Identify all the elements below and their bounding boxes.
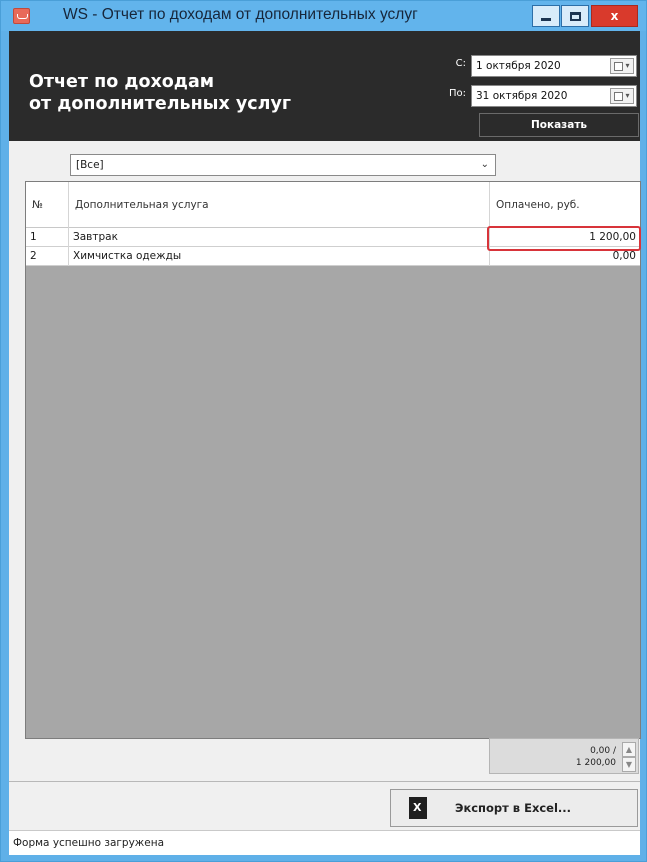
close-icon: x <box>610 9 619 23</box>
excel-icon <box>409 797 427 819</box>
spin-up-button[interactable]: ▲ <box>622 742 636 757</box>
column-header-service[interactable]: Дополнительная услуга <box>69 182 490 228</box>
close-button[interactable]: x <box>591 5 638 27</box>
from-date-value: 1 октября 2020 <box>476 60 561 72</box>
service-filter-select[interactable]: [Все] ⌄ <box>70 154 496 176</box>
report-header: Отчет по доходам от дополнительных услуг… <box>9 31 640 141</box>
column-header-paid[interactable]: Оплачено, руб. <box>490 182 640 228</box>
from-date-label: С: <box>455 58 466 69</box>
to-date-label: По: <box>448 88 466 99</box>
column-header-number[interactable]: № <box>26 182 69 228</box>
show-button[interactable]: Показать <box>479 113 639 137</box>
title-bar[interactable]: WS - Отчет по доходам от дополнительных … <box>1 1 646 31</box>
row-paid: 1 200,00 <box>589 231 636 243</box>
report-title-line1: Отчет по доходам <box>29 72 215 92</box>
report-title-line2: от дополнительных услуг <box>29 94 292 114</box>
report-grid[interactable]: № Дополнительная услуга Оплачено, руб. 1… <box>25 181 641 739</box>
service-filter-value: [Все] <box>76 159 104 171</box>
minimize-icon <box>541 17 551 21</box>
divider <box>9 781 640 782</box>
totals-current: 0,00 / <box>590 746 616 756</box>
table-row[interactable]: 2 Химчистка одежды 0,00 <box>26 247 640 266</box>
spin-down-button[interactable]: ▼ <box>622 757 636 772</box>
report-body: [Все] ⌄ № Дополнительная услуга Оплачено… <box>9 141 641 855</box>
maximize-button[interactable] <box>561 5 589 27</box>
maximize-icon <box>569 11 581 21</box>
minimize-button[interactable] <box>532 5 560 27</box>
row-number: 2 <box>26 247 69 266</box>
from-date-picker[interactable]: 1 октября 2020 ▾ <box>471 55 637 77</box>
row-service: Завтрак <box>69 228 490 247</box>
to-calendar-button[interactable]: ▾ <box>610 88 634 104</box>
app-icon[interactable] <box>13 8 30 24</box>
grid-header: № Дополнительная услуга Оплачено, руб. <box>26 182 640 228</box>
window-title: WS - Отчет по доходам от дополнительных … <box>63 6 418 23</box>
row-paid: 0,00 <box>612 250 636 262</box>
totals-box: 0,00 / 1 200,00 ▲ ▼ <box>489 738 639 774</box>
row-number: 1 <box>26 228 69 247</box>
status-bar: Форма успешно загружена <box>9 830 640 855</box>
calendar-icon <box>614 91 624 101</box>
to-date-picker[interactable]: 31 октября 2020 ▾ <box>471 85 637 107</box>
to-date-value: 31 октября 2020 <box>476 90 568 102</box>
status-text: Форма успешно загружена <box>13 837 164 849</box>
row-service: Химчистка одежды <box>69 247 490 266</box>
chevron-down-icon: ⌄ <box>480 159 489 170</box>
export-excel-label: Экспорт в Excel... <box>455 801 572 815</box>
report-title: Отчет по доходам от дополнительных услуг <box>29 71 291 115</box>
calendar-icon <box>614 61 624 71</box>
totals-sum: 1 200,00 <box>575 758 616 768</box>
table-row[interactable]: 1 Завтрак 1 200,00 <box>26 228 640 247</box>
from-calendar-button[interactable]: ▾ <box>610 58 634 74</box>
export-excel-button[interactable]: Экспорт в Excel... <box>390 789 638 827</box>
report-window: WS - Отчет по доходам от дополнительных … <box>0 0 647 862</box>
